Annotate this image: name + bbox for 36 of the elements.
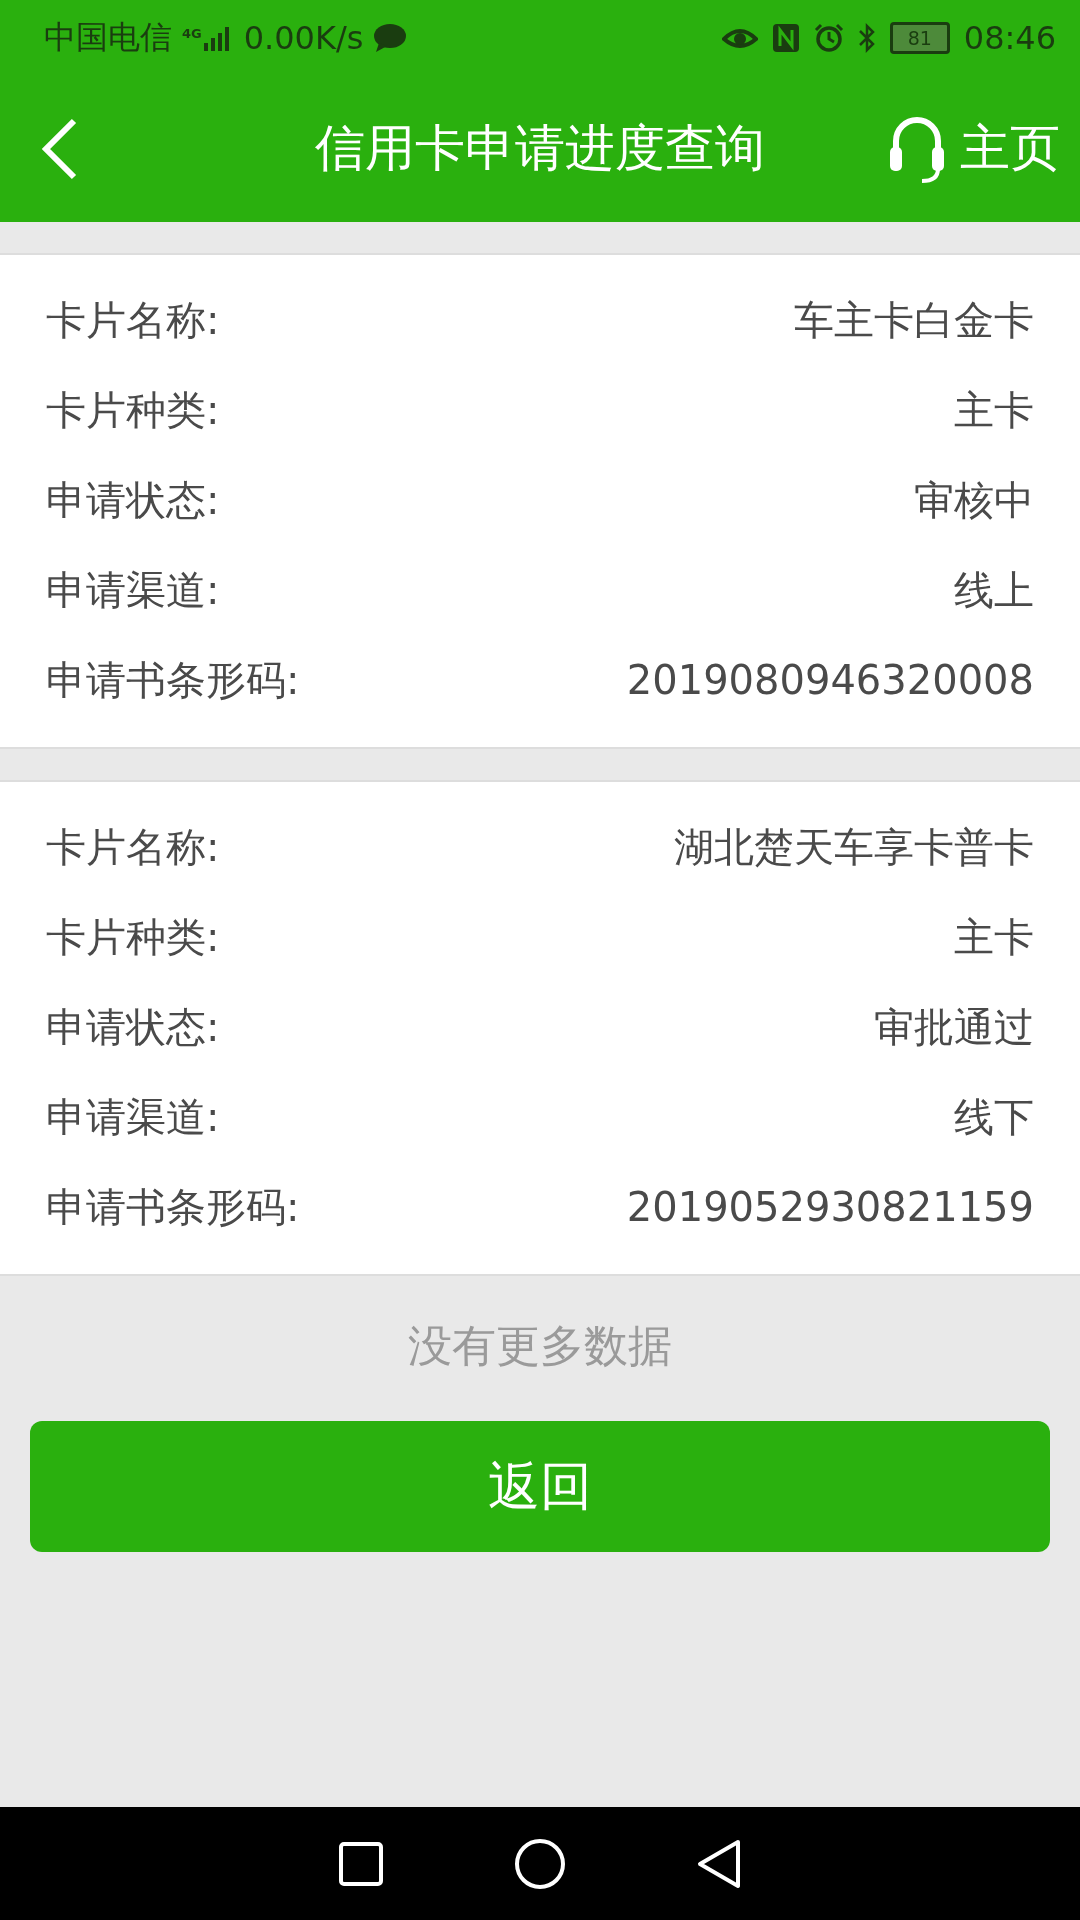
field-label: 卡片名称: [46,295,220,345]
field-label: 卡片种类: [46,385,220,435]
nfc-icon [771,22,800,53]
field-label: 申请书条形码: [46,655,300,705]
page-title: 信用卡申请进度查询 [315,118,765,179]
network-speed: 0.00K/s [243,18,364,57]
back-triangle-icon[interactable] [696,1838,742,1889]
field-value: 审核中 [914,475,1034,525]
field-label: 申请状态: [46,475,220,525]
no-more-data-text: 没有更多数据 [407,1319,673,1373]
field-value: 主卡 [954,912,1034,962]
field-value: 2019080946320008 [626,657,1034,703]
field-value: 2019052930821159 [626,1184,1034,1230]
home-link[interactable]: 主页 [960,115,1060,182]
field-label: 申请状态: [46,1002,220,1052]
field-value: 湖北楚天车享卡普卡 [674,822,1034,872]
network-type: 4G [182,25,202,41]
field-value: 车主卡白金卡 [794,295,1034,345]
chat-bubble-icon [373,22,408,53]
battery-icon: 81 [889,21,950,54]
clock-time: 08:46 [963,18,1056,57]
field-label: 卡片名称: [46,822,220,872]
recent-apps-icon[interactable] [338,1840,384,1887]
field-label: 申请渠道: [46,565,220,615]
carrier-name: 中国电信 [44,16,172,58]
home-circle-icon[interactable] [514,1837,566,1890]
alarm-clock-icon [813,22,844,53]
return-button[interactable]: 返回 [30,1421,1050,1552]
field-value: 线上 [954,565,1034,615]
field-value: 线下 [954,1092,1034,1142]
field-label: 申请书条形码: [46,1182,300,1232]
field-value: 审批通过 [874,1002,1034,1052]
field-label: 申请渠道: [46,1092,220,1142]
field-value: 主卡 [954,385,1034,435]
bluetooth-icon [857,22,876,53]
field-label: 卡片种类: [46,912,220,962]
